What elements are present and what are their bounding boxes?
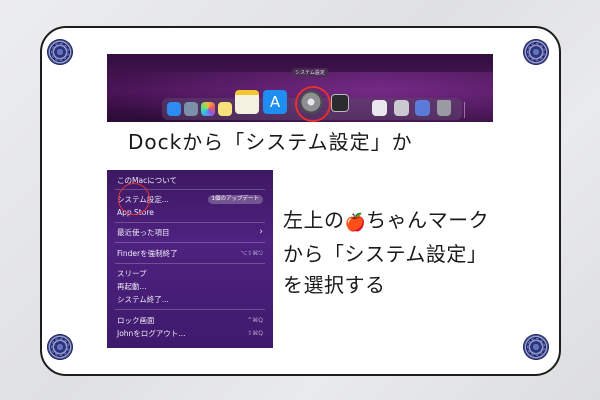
monitor-icon[interactable] xyxy=(394,100,409,116)
menu-shortcut: ⇧⌘Q xyxy=(247,330,263,337)
caption-text: 左上の xyxy=(283,208,345,232)
finder-icon[interactable] xyxy=(167,102,181,116)
menu-item-logout[interactable]: Johnをログアウト... ⇧⌘Q xyxy=(117,328,265,339)
dock-separator xyxy=(464,102,465,118)
app-store-icon[interactable]: A xyxy=(263,90,287,114)
notes-icon[interactable] xyxy=(218,102,232,116)
menu-item-label: スリープ xyxy=(117,269,147,278)
document-icon[interactable] xyxy=(372,100,387,116)
caption-text: ちゃんマーク xyxy=(366,208,490,232)
menu-divider xyxy=(115,309,265,310)
menu-shortcut: ⌥⇧⌘⎋ xyxy=(240,250,263,257)
dock-tooltip: システム設定 xyxy=(292,68,328,77)
menu-item-label: 再起動... xyxy=(117,282,147,291)
menu-highlight-circle xyxy=(118,183,150,215)
caption-line-1: 左上の🍎ちゃんマーク xyxy=(283,205,489,239)
caption-dock: Dockから「システム設定」か xyxy=(128,130,413,154)
menu-divider xyxy=(115,242,265,243)
menu-item-restart[interactable]: 再起動... xyxy=(117,281,265,292)
menu-item-sleep[interactable]: スリープ xyxy=(117,268,265,279)
menu-divider xyxy=(115,263,265,264)
caption-apple-menu: 左上の🍎ちゃんマーク から「システム設定」 を選択する xyxy=(283,205,489,301)
chevron-right-icon: › xyxy=(259,227,263,237)
menu-item-label: ロック画面 xyxy=(117,316,155,325)
dock-highlight-circle xyxy=(295,86,331,122)
menu-shortcut: ^⌘Q xyxy=(247,317,263,324)
dock-screenshot: システム設定 A xyxy=(107,54,493,122)
notes-large-icon[interactable] xyxy=(235,90,259,114)
menu-item-lock-screen[interactable]: ロック画面 ^⌘Q xyxy=(117,315,265,326)
menu-divider xyxy=(115,222,265,223)
caption-line-2: から「システム設定」 xyxy=(283,242,488,266)
menu-item-label: システム終了... xyxy=(117,295,169,304)
menu-item-recent-items[interactable]: 最近使った項目 › xyxy=(117,227,265,238)
top-left-emblem-icon xyxy=(48,40,72,64)
bottom-left-emblem-icon xyxy=(48,335,72,359)
launchpad-icon[interactable] xyxy=(184,102,198,116)
apple-icon: 🍎 xyxy=(344,213,367,233)
menu-item-force-quit[interactable]: Finderを強制終了 ⌥⇧⌘⎋ xyxy=(117,248,265,259)
menu-item-shutdown[interactable]: システム終了... xyxy=(117,294,265,305)
stats-icon[interactable] xyxy=(415,100,430,116)
update-badge: 1個のアップデート xyxy=(207,195,263,204)
menu-item-label: Finderを強制終了 xyxy=(117,249,178,258)
menu-item-label: 最近使った項目 xyxy=(117,228,170,237)
caption-line-3: を選択する xyxy=(283,273,386,297)
trash-icon[interactable] xyxy=(437,100,451,116)
top-right-emblem-icon xyxy=(524,40,548,64)
photos-icon[interactable] xyxy=(201,102,215,116)
menu-item-label: Johnをログアウト... xyxy=(117,329,186,338)
preview-icon[interactable] xyxy=(331,94,349,112)
bottom-right-emblem-icon xyxy=(524,335,548,359)
